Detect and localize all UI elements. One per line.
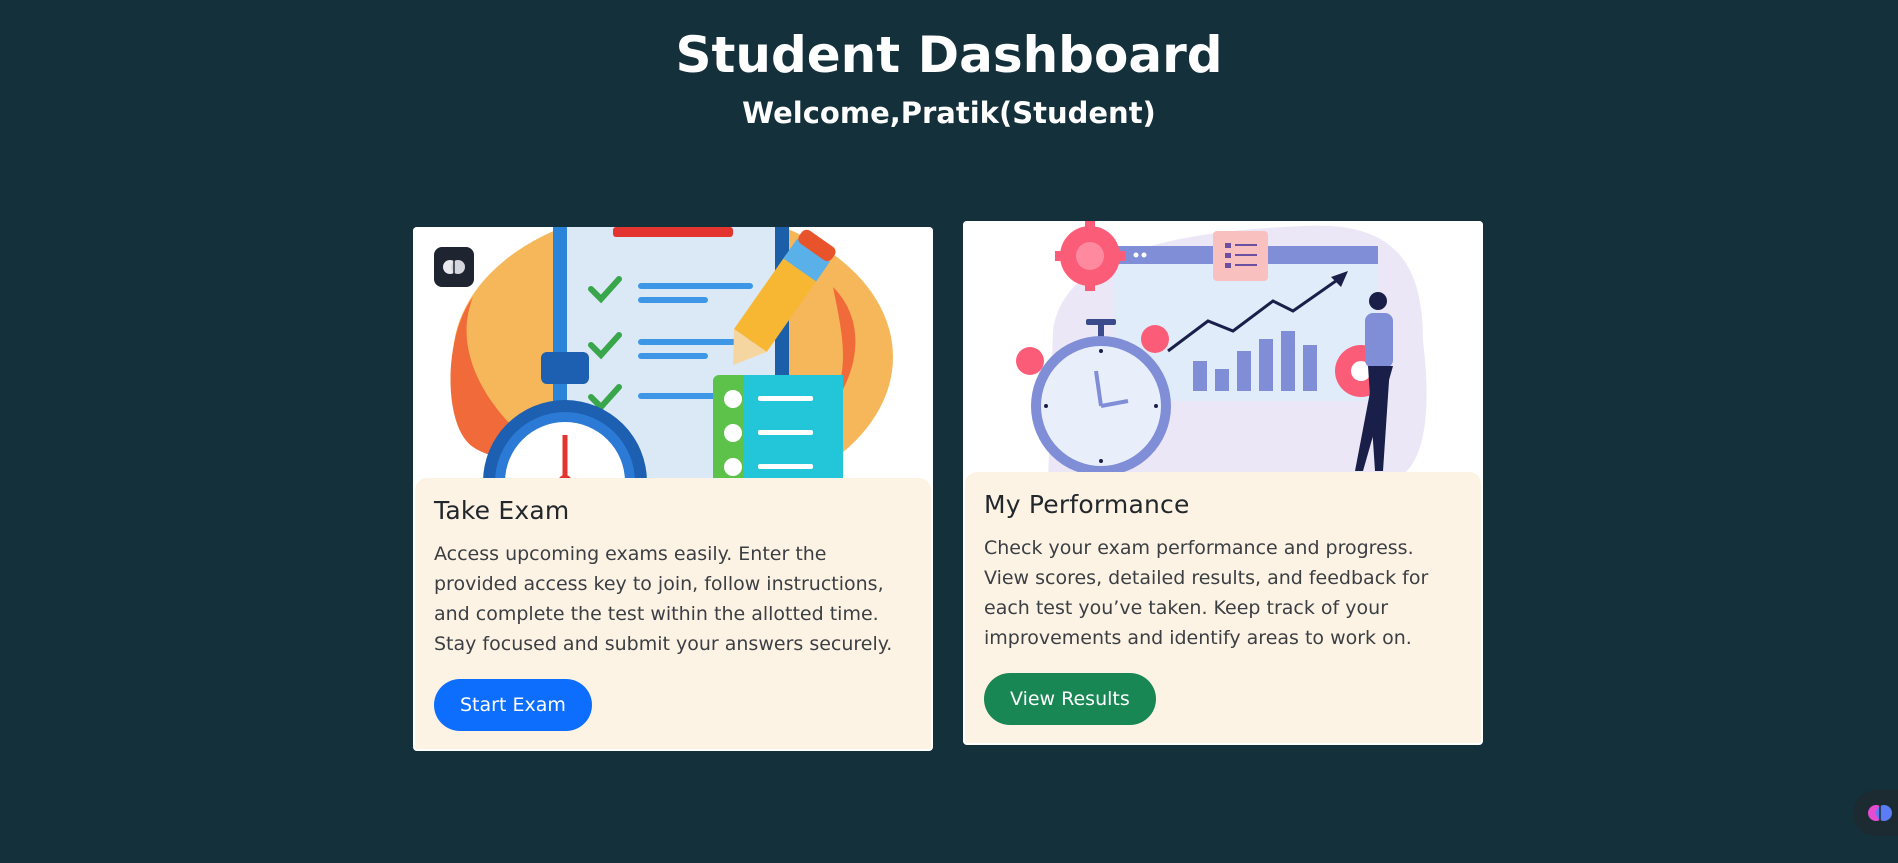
performance-chart-stopwatch-illustration (963, 221, 1483, 481)
take-exam-card: Take Exam Access upcoming exams easily. … (413, 227, 933, 751)
brain-icon (443, 260, 465, 274)
take-exam-title: Take Exam (434, 496, 570, 525)
start-exam-button[interactable]: Start Exam (434, 679, 592, 731)
take-exam-card-body: Take Exam Access upcoming exams easily. … (415, 478, 931, 749)
welcome-subtitle: Welcome,Pratik(Student) (742, 96, 1156, 130)
take-exam-description: Access upcoming exams easily. Enter the … (434, 543, 893, 655)
exam-clipboard-stopwatch-illustration (413, 227, 933, 487)
my-performance-description: Check your exam performance and progress… (984, 537, 1429, 649)
page-title: Student Dashboard (675, 26, 1223, 84)
view-results-button[interactable]: View Results (984, 673, 1156, 725)
assistant-widget[interactable] (1853, 790, 1898, 836)
my-performance-card: My Performance Check your exam performan… (963, 221, 1483, 745)
brain-icon (1868, 805, 1892, 821)
brain-badge[interactable] (434, 247, 474, 287)
my-performance-title: My Performance (984, 490, 1190, 519)
my-performance-card-body: My Performance Check your exam performan… (965, 472, 1481, 743)
